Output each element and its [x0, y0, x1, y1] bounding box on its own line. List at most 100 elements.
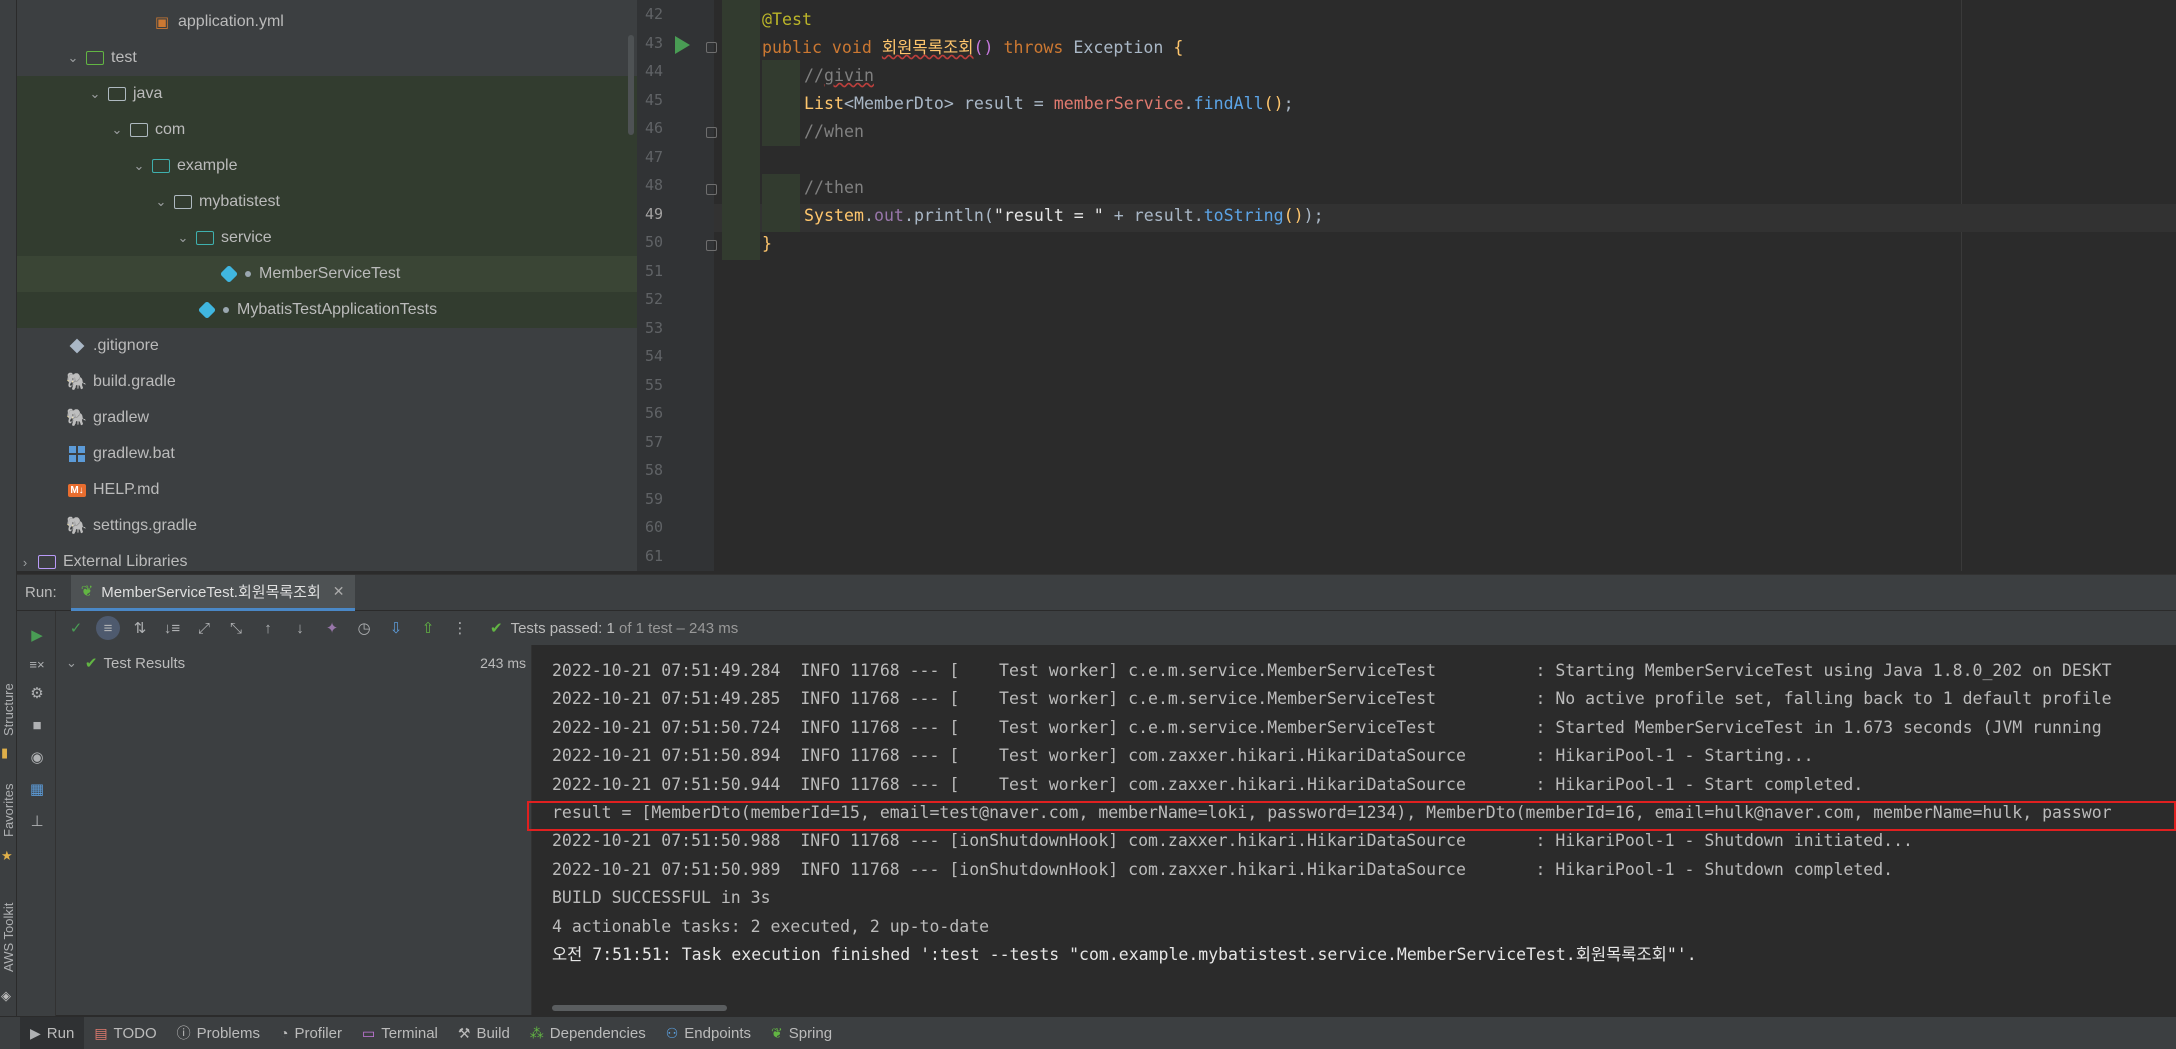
previous-test-icon[interactable]: ↑ [256, 616, 280, 640]
bottom-tab-label: Build [476, 1024, 510, 1042]
rerun-icon[interactable]: ▶ [27, 625, 47, 645]
result-highlight-box [527, 801, 2176, 831]
sort-alpha-icon[interactable]: ⇅ [128, 616, 152, 640]
line-number: 61 [644, 546, 663, 565]
chevron-icon[interactable]: ⌄ [175, 230, 191, 246]
fold-marker-icon[interactable] [706, 240, 717, 251]
console-line: 2022-10-21 07:51:50.894 INFO 11768 --- [… [552, 746, 1814, 766]
tree-scrollbar[interactable] [628, 35, 634, 135]
dependencies-icon: ⁂ [529, 1024, 544, 1041]
tree-item[interactable]: MemberServiceTest [17, 256, 637, 292]
build-icon: ⚒ [457, 1024, 471, 1041]
tree-item[interactable]: 🐘 gradlew [17, 400, 637, 436]
tree-item[interactable]: ⌄ example [17, 148, 637, 184]
more-icon[interactable]: ⋮ [448, 616, 472, 640]
pin-icon[interactable]: ⊥ [27, 811, 47, 831]
fold-marker-icon[interactable] [706, 127, 717, 138]
fold-marker-icon[interactable] [706, 42, 717, 53]
next-test-icon[interactable]: ↓ [288, 616, 312, 640]
code-line-44[interactable]: //givin [804, 62, 874, 90]
tree-item[interactable]: ⌄ service [17, 220, 637, 256]
line-number: 51 [644, 261, 663, 280]
code-line-46[interactable]: //when [804, 118, 864, 146]
line-number: 44 [644, 62, 663, 80]
layout-icon[interactable]: ▦ [27, 779, 47, 799]
console-horizontal-scrollbar[interactable] [552, 1005, 727, 1011]
close-tab-icon[interactable]: ✕ [333, 583, 345, 600]
tree-item-label: MybatisTestApplicationTests [237, 301, 438, 318]
fold-marker-icon[interactable] [706, 184, 717, 195]
code-line-45[interactable]: List<MemberDto> result = memberService.f… [804, 90, 1294, 118]
history-icon[interactable]: ◷ [352, 616, 376, 640]
code-line-43[interactable]: public void 회원목록조회() throws Exception { [762, 34, 1183, 62]
bottom-tab-profiler[interactable]: ◔ Profiler [270, 1017, 352, 1049]
code-line-50[interactable]: } [762, 230, 772, 258]
export-icon[interactable]: ⇩ [384, 616, 408, 640]
bottom-tab-spring[interactable]: ❦ Spring [761, 1017, 842, 1049]
tree-item-label: com [155, 121, 186, 138]
tree-item[interactable]: ⌄ com [17, 112, 637, 148]
sort-duration-icon[interactable]: ↓≡ [160, 616, 184, 640]
stop-icon[interactable]: ■ [27, 715, 47, 735]
collapse-all-icon[interactable]: ⤡ [224, 616, 248, 640]
bottom-tab-label: Terminal [381, 1024, 438, 1042]
show-passed-icon[interactable]: ✓ [64, 616, 88, 640]
console-line: 2022-10-21 07:51:50.988 INFO 11768 --- [… [552, 831, 1913, 851]
chevron-icon[interactable]: ⌄ [65, 50, 81, 66]
show-ignored-icon[interactable]: ≡ [96, 616, 120, 640]
run-config-tab[interactable]: ❦ MemberServiceTest.회원목록조회 ✕ [70, 574, 355, 611]
tree-item[interactable]: › External Libraries [17, 544, 637, 571]
tree-item-label: HELP.md [93, 481, 160, 498]
code-line-49[interactable]: System.out.println("result = " + result.… [804, 202, 1324, 230]
run-label: Run: [25, 584, 57, 601]
chevron-icon[interactable]: › [17, 555, 33, 570]
gear-icon[interactable]: ⚙ [27, 683, 47, 703]
console-line: 2022-10-21 07:51:50.989 INFO 11768 --- [… [552, 859, 1894, 879]
problems-icon: ⓘ [176, 1025, 191, 1041]
favorites-star-icon: ★ [1, 848, 13, 863]
eye-icon[interactable]: ◉ [27, 747, 47, 767]
structure-tool-tab[interactable]: Structure [0, 680, 17, 740]
chevron-down-icon[interactable]: ⌄ [66, 655, 77, 671]
tree-item[interactable]: ⌄ mybatistest [17, 184, 637, 220]
test-results-tree: ⌄ ✔ Test Results 243 ms [56, 645, 532, 1015]
tree-item[interactable]: MybatisTestApplicationTests [17, 292, 637, 328]
tree-item[interactable]: 🐘 settings.gradle [17, 508, 637, 544]
tree-item[interactable]: M↓ HELP.md [17, 472, 637, 508]
test-results-row[interactable]: ⌄ ✔ Test Results 243 ms [56, 645, 532, 681]
bottom-tab-label: Run [46, 1024, 75, 1042]
tree-item[interactable]: 🐘 build.gradle [17, 364, 637, 400]
aws-toolkit-tool-tab[interactable]: AWS Toolkit [0, 890, 17, 985]
tree-item[interactable]: .gitignore [17, 328, 637, 364]
code-line-48[interactable]: //then [804, 174, 864, 202]
bottom-tab-build[interactable]: ⚒ Build [448, 1017, 520, 1049]
bottom-tab-todo[interactable]: ▤ TODO [84, 1017, 166, 1049]
chevron-icon[interactable]: ⌄ [153, 194, 169, 210]
tree-item[interactable]: ⌄ java [17, 76, 637, 112]
chevron-icon[interactable]: ⌄ [87, 86, 103, 102]
expand-all-icon[interactable]: ⤢ [192, 616, 216, 640]
tree-item[interactable]: ▣ application.yml [17, 4, 637, 40]
profiler-icon: ◔ [279, 1025, 289, 1041]
import-icon[interactable]: ⇧ [416, 616, 440, 640]
favorites-tool-tab[interactable]: Favorites [0, 780, 17, 840]
tree-item[interactable]: ⌄ test [17, 40, 637, 76]
tests-passed-suffix: of 1 test – 243 ms [618, 619, 739, 637]
terminal-icon: ▭ [361, 1024, 376, 1041]
git-icon [67, 337, 87, 355]
bottom-tab-run[interactable]: ▶ Run [20, 1016, 85, 1049]
clear-icon[interactable]: ≡× [27, 654, 47, 674]
tree-item[interactable]: gradlew.bat [17, 436, 637, 472]
line-number: 60 [644, 518, 663, 536]
chevron-icon[interactable]: ⌄ [109, 122, 125, 138]
code-line-42[interactable]: @Test [762, 6, 812, 34]
bottom-tab-problems[interactable]: ⓘ Problems [167, 1017, 270, 1049]
bottom-tab-endpoints[interactable]: ⚇ Endpoints [656, 1017, 761, 1049]
bottom-tab-terminal[interactable]: ▭ Terminal [352, 1017, 448, 1049]
chevron-icon[interactable]: ⌄ [131, 158, 147, 174]
project-tree-panel: ▣ application.yml ⌄ test ⌄ java ⌄ com ⌄ example ⌄ m… [17, 0, 637, 571]
run-test-gutter-icon[interactable] [675, 36, 690, 54]
run-tab-label: MemberServiceTest.회원목록조회 [101, 583, 321, 601]
import-tests-icon[interactable]: ✦ [320, 616, 344, 640]
bottom-tab-dependencies[interactable]: ⁂ Dependencies [520, 1017, 656, 1049]
